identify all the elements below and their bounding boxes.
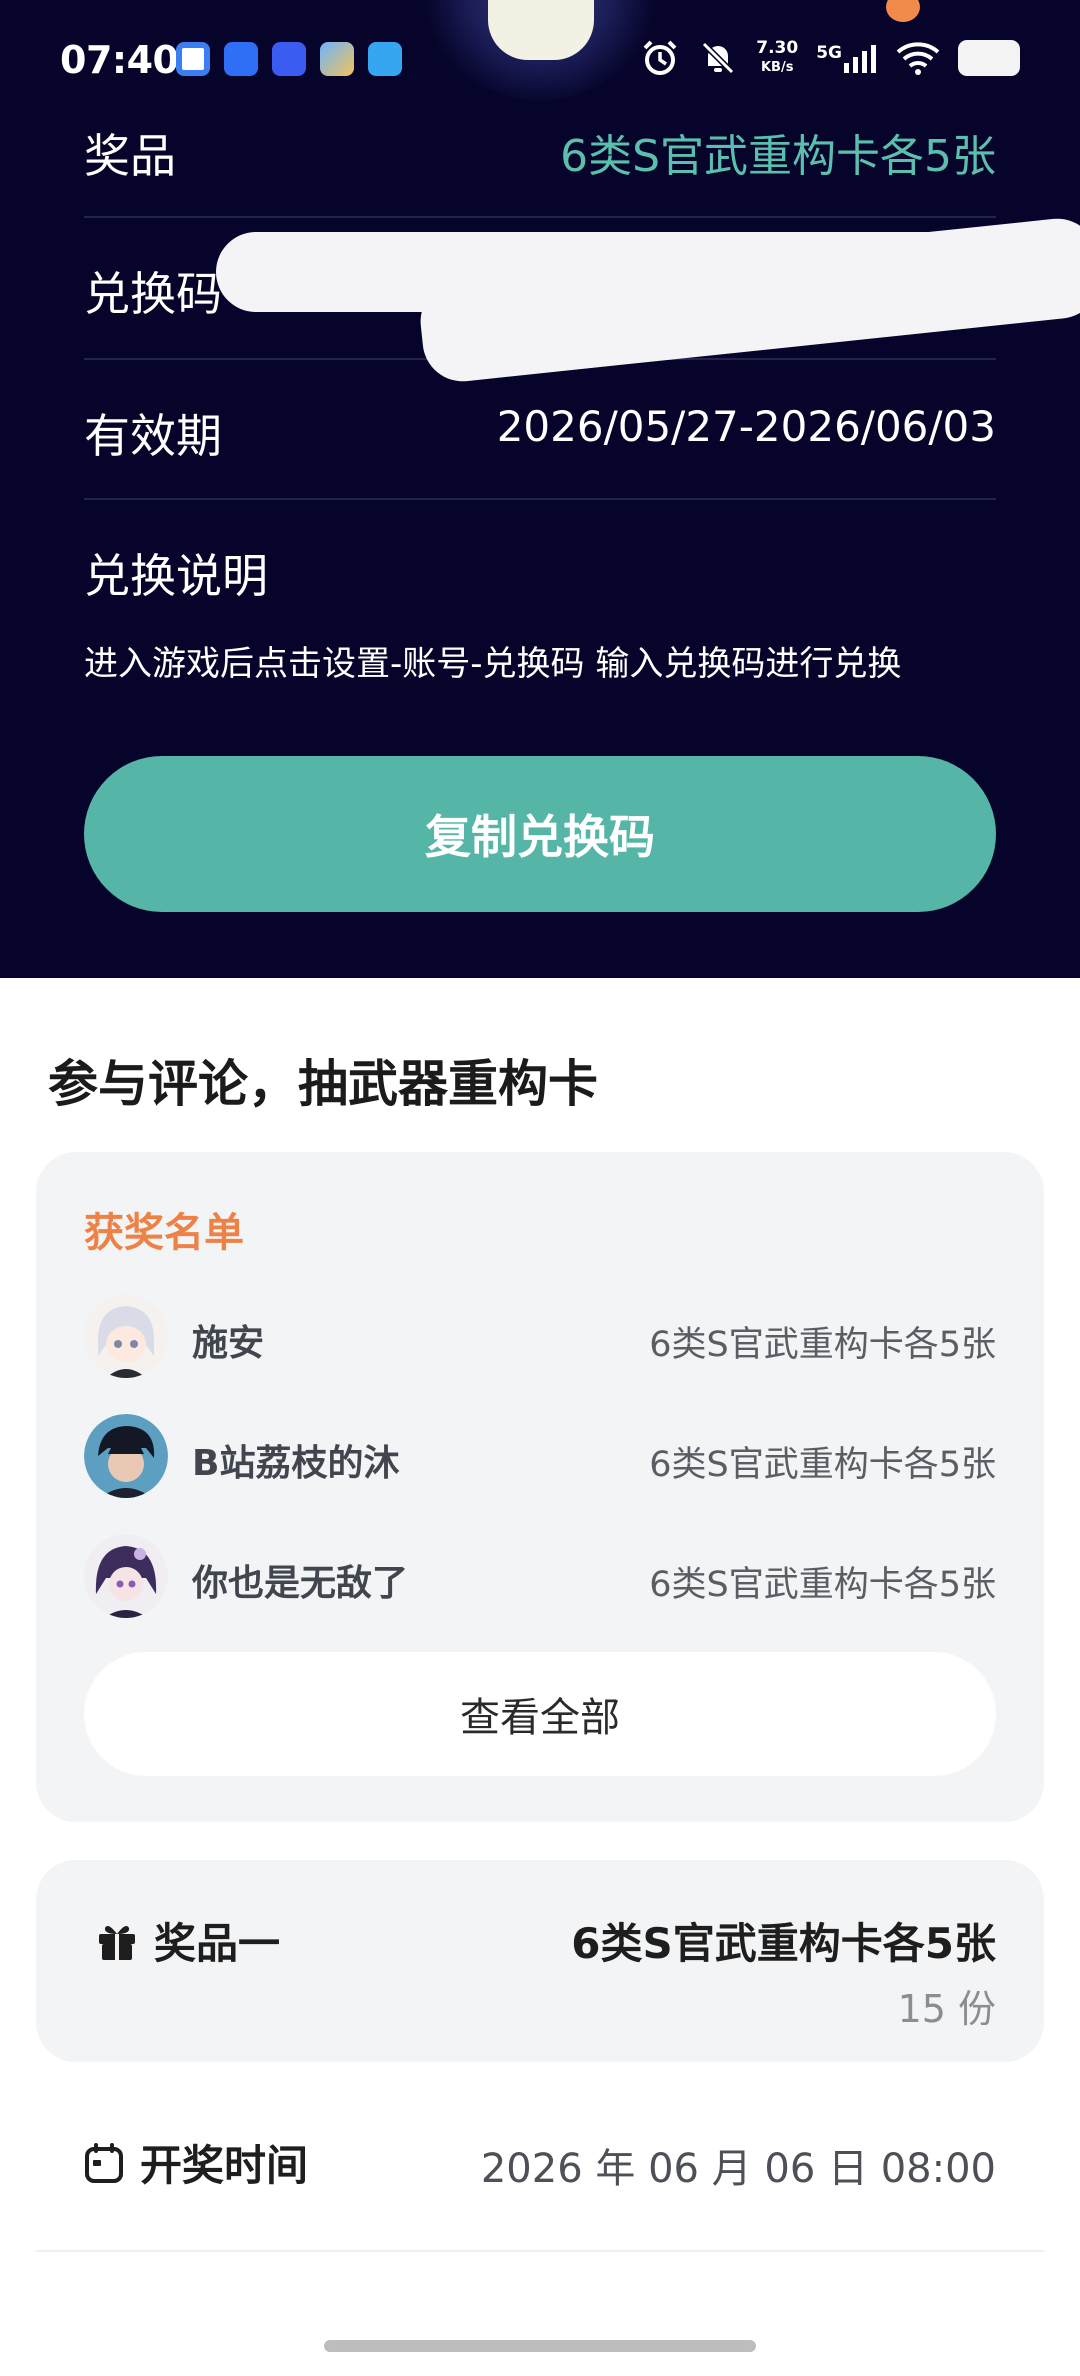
mute-icon (702, 41, 735, 75)
avatar[interactable] (84, 1534, 168, 1618)
section-title: 参与评论，抽武器重构卡 (48, 1055, 598, 1113)
vivo-icon (272, 42, 306, 76)
copy-code-button[interactable]: 复制兑换码 (84, 756, 996, 912)
wifi-icon (896, 42, 940, 75)
prize-label-group: 奖品一 (96, 1910, 280, 1971)
validity-label: 有效期 (84, 409, 222, 463)
prize-label: 奖品 (84, 129, 176, 183)
status-time: 07:40 (60, 38, 179, 82)
validity-row: 有效期 2026/05/27-2026/06/03 (84, 360, 996, 500)
winner-prize: 6类S官武重构卡各5张 (649, 1325, 996, 1365)
winner-name: 施安 (192, 1323, 265, 1364)
winners-card: 获奖名单 施安 6类S官武重构卡各5张 B站荔枝的沐 6类S官武重构卡各5张 你… (36, 1152, 1044, 1822)
alarm-icon (643, 40, 677, 75)
redeem-panel: 07:40 7.30 KB/s 5G 奖品 6类S官武重构卡各5张 兑换码 有效… (0, 0, 1080, 978)
network-type: 5G (816, 43, 842, 63)
desc-title: 兑换说明 (84, 549, 268, 603)
prize-card: 奖品一 6类S官武重构卡各5张 15 份 (36, 1860, 1044, 2062)
app-icon-browser (224, 42, 258, 76)
status-right: 7.30 KB/s 5G (640, 38, 1020, 78)
net-speed-value: 7.30 (756, 38, 799, 58)
winner-prize: 6类S官武重构卡各5张 (649, 1565, 996, 1605)
draw-label: 开奖时间 (140, 2141, 309, 2190)
prize-card-label: 奖品一 (154, 1919, 281, 1968)
view-all-button[interactable]: 查看全部 (84, 1652, 996, 1776)
home-indicator[interactable] (324, 2340, 756, 2352)
code-label: 兑换码 (84, 267, 222, 321)
app-icon-cloud (176, 42, 210, 76)
app-icon-message (368, 42, 402, 76)
winner-name: 你也是无敌了 (192, 1563, 409, 1604)
winner-row[interactable]: 施安 6类S官武重构卡各5张 (84, 1294, 996, 1378)
divider (36, 2250, 1044, 2252)
draw-time-row: 开奖时间 2026 年 06 月 06 日 08:00 (84, 2132, 996, 2222)
calendar-icon (85, 2142, 123, 2183)
validity-value: 2026/05/27-2026/06/03 (496, 402, 996, 451)
winner-prize: 6类S官武重构卡各5张 (649, 1445, 996, 1485)
battery-icon (958, 40, 1020, 76)
prize-card-count: 15 份 (897, 1987, 996, 2031)
net-speed-unit: KB/s (760, 60, 794, 75)
prize-row: 奖品 6类S官武重构卡各5张 (84, 96, 996, 218)
desc-text: 进入游戏后点击设置-账号-兑换码 输入兑换码进行兑换 (84, 644, 902, 684)
app-icon-store (320, 42, 354, 76)
draw-time: 2026 年 06 月 06 日 08:00 (480, 2146, 996, 2192)
winner-name: B站荔枝的沐 (192, 1443, 400, 1484)
winner-row[interactable]: B站荔枝的沐 6类S官武重构卡各5张 (84, 1414, 996, 1498)
winner-row[interactable]: 你也是无敌了 6类S官武重构卡各5张 (84, 1534, 996, 1618)
net-speed: 7.30 KB/s (756, 39, 798, 77)
notification-icons (176, 42, 402, 76)
winners-heading: 获奖名单 (84, 1210, 244, 1256)
avatar[interactable] (84, 1414, 168, 1498)
signal-group: 5G (816, 43, 878, 73)
prize-value: 6类S官武重构卡各5张 (560, 131, 996, 182)
gift-icon (99, 1925, 135, 1960)
avatar[interactable] (84, 1294, 168, 1378)
draw-label-group: 开奖时间 (84, 2132, 308, 2193)
signal-icon (844, 45, 876, 73)
prize-card-name: 6类S官武重构卡各5张 (571, 1919, 996, 1968)
